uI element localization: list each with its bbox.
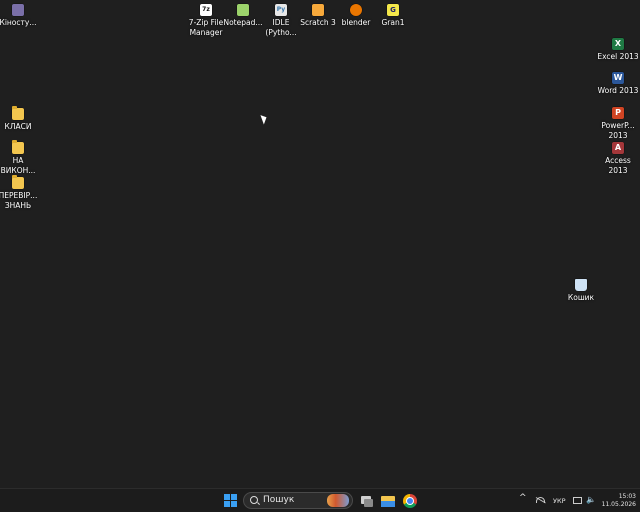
start-button[interactable]: [224, 494, 238, 508]
excel-icon: X: [612, 38, 624, 50]
taskbar: Пошук ^ УКР 🔈 15:03 11.05.2026: [0, 488, 640, 512]
search-placeholder: Пошук: [263, 495, 295, 505]
access-icon: A: [612, 142, 624, 154]
recycle-bin-icon: [575, 279, 587, 291]
movie-maker-icon: [12, 4, 24, 16]
desktop-icon-access[interactable]: A Access 2013: [596, 142, 640, 176]
show-hidden-icons-chevron-icon[interactable]: ^: [519, 493, 527, 503]
desktop-folder-klasy[interactable]: КЛАСИ: [0, 106, 40, 132]
desktop-icon-word[interactable]: W Word 2013: [596, 72, 640, 96]
network-disconnected-icon[interactable]: [536, 497, 545, 503]
speaker-icon[interactable]: 🔈: [586, 495, 596, 504]
notepad-plus-icon: [237, 4, 249, 16]
desktop-icon-excel[interactable]: X Excel 2013: [596, 38, 640, 62]
file-explorer-button[interactable]: [381, 494, 395, 508]
task-view-button[interactable]: [360, 494, 374, 508]
mouse-cursor-icon: [260, 113, 269, 125]
7zip-icon: 7z: [200, 4, 212, 16]
folder-icon: [12, 140, 24, 154]
desktop-folder-na-vykon[interactable]: НА ВИКОН...: [0, 140, 40, 176]
display-icon[interactable]: [573, 497, 582, 504]
clock[interactable]: 15:03 11.05.2026: [596, 493, 636, 509]
word-icon: W: [612, 72, 624, 84]
gran1-icon: G: [387, 4, 399, 16]
desktop-folder-perevirka[interactable]: ПЕРЕВІР... ЗНАНЬ: [0, 175, 40, 211]
desktop-icon-recycle-bin[interactable]: Кошик: [559, 279, 603, 303]
desktop-icon-gran1[interactable]: G Gran1: [371, 4, 415, 28]
clock-date: 11.05.2026: [601, 501, 636, 508]
folder-icon: [12, 106, 24, 120]
search-box[interactable]: Пошук: [243, 492, 353, 509]
blender-icon: [350, 4, 362, 16]
folder-icon: [12, 175, 24, 189]
chrome-button[interactable]: [403, 494, 417, 508]
search-highlight-icon: [327, 494, 349, 507]
scratch-cat-icon: [312, 4, 324, 16]
python-idle-icon: Py: [275, 4, 287, 16]
windows-logo-icon: [224, 494, 230, 500]
powerpoint-icon: P: [612, 107, 624, 119]
search-icon: [250, 496, 258, 504]
desktop-icon-kinostudio[interactable]: Кіносту...: [0, 4, 40, 28]
input-language-indicator[interactable]: УКР: [553, 497, 566, 505]
clock-time: 15:03: [618, 493, 636, 500]
desktop-icon-powerpoint[interactable]: P PowerP... 2013: [596, 107, 640, 141]
